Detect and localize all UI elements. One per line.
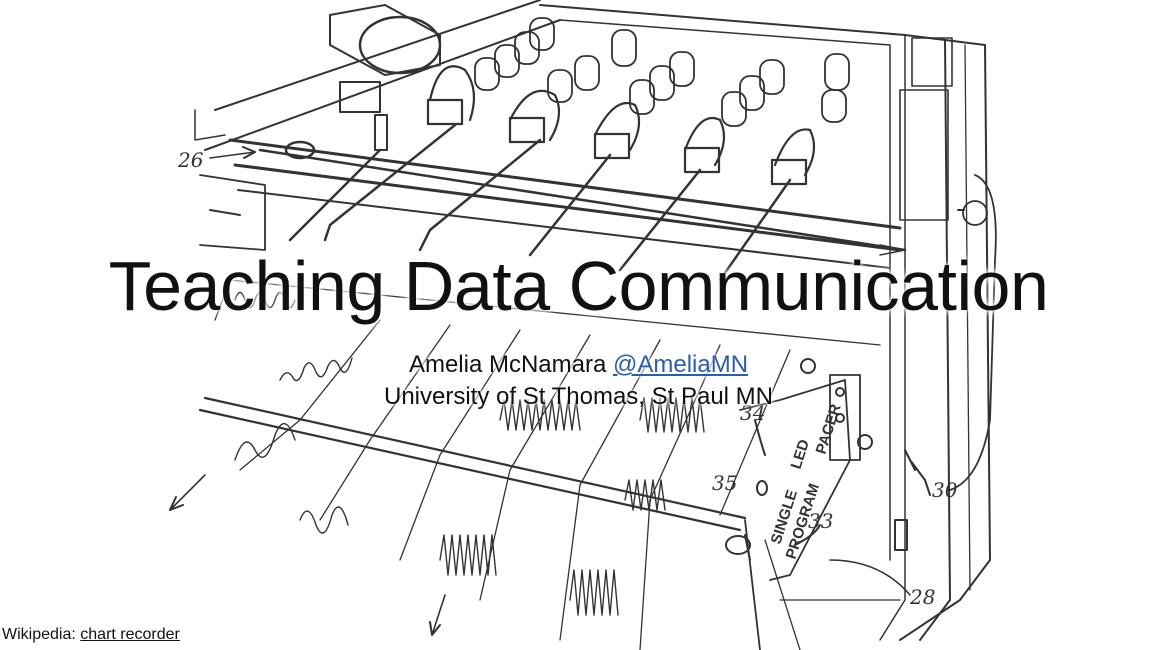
figure-label-26: 26 (177, 148, 204, 172)
figure-label-35: 35 (712, 471, 737, 495)
author-handle-link[interactable]: @AmeliaMN (613, 351, 748, 378)
affiliation: University of St Thomas, St Paul MN (383, 383, 773, 410)
led-label: LED (788, 437, 813, 471)
author-line: Amelia McNamara @AmeliaMN (0, 349, 1157, 381)
slide-title: Teaching Data Communication (108, 247, 1049, 325)
credit-prefix: Wikipedia: (2, 626, 76, 643)
slide-subtitle: Amelia McNamara @AmeliaMN University of … (0, 349, 1157, 413)
figure-label-28: 28 (909, 585, 935, 609)
credit-link[interactable]: chart recorder (80, 626, 180, 643)
image-credit: Wikipedia: chart recorder (2, 626, 184, 644)
figure-label-30: 30 (932, 478, 958, 502)
slide: 26 34 35 30 33 28 LED PACER SINGLE PROGR… (0, 0, 1157, 650)
author-name: Amelia McNamara (408, 351, 607, 378)
